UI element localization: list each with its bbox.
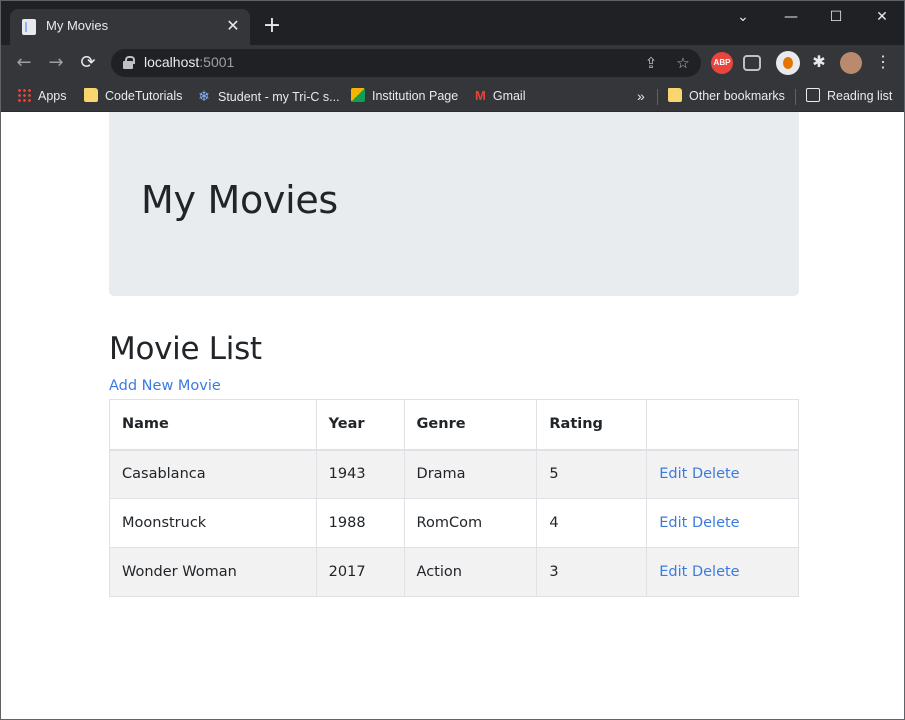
movie-table: Name Year Genre Rating Casablanca 1943 D… [109, 399, 799, 597]
column-header-actions [646, 399, 799, 451]
page-favicon-icon [22, 19, 36, 35]
address-bar[interactable]: localhost:5001 ⇪ ☆ [111, 49, 701, 77]
bookmark-student[interactable]: ❄ Student - my Tri-C s... [197, 86, 339, 106]
profile-extension-icon[interactable] [776, 51, 800, 75]
movie-genre-cell: RomCom [403, 498, 538, 548]
extension-icon[interactable] [743, 55, 761, 71]
browser-toolbar: ← → ⟳ localhost:5001 ⇪ ☆ ABP ✱ ⋮ [1, 45, 904, 81]
forward-button[interactable]: → [41, 48, 71, 78]
section-title: Movie List [109, 331, 262, 367]
back-button[interactable]: ← [9, 48, 39, 78]
delete-link[interactable]: Delete [692, 466, 740, 482]
bookmark-apps[interactable]: Apps [17, 86, 67, 106]
column-header-genre: Genre [403, 399, 538, 451]
reload-button[interactable]: ⟳ [73, 48, 103, 78]
movie-year-cell: 1943 [315, 449, 405, 499]
bookmark-gmail[interactable]: M Gmail [475, 86, 526, 106]
reading-list-button[interactable]: Reading list [806, 86, 892, 106]
movie-rating-cell: 3 [536, 547, 648, 597]
edit-link[interactable]: Edit [659, 564, 687, 580]
folder-icon [84, 88, 98, 102]
column-header-rating: Rating [536, 399, 648, 451]
movie-name-cell: Casablanca [109, 449, 317, 499]
apps-grid-icon [17, 88, 31, 102]
bookmarks-overflow-button[interactable]: » [637, 86, 645, 106]
movie-rating-cell: 5 [536, 449, 648, 499]
movie-genre-cell: Action [403, 547, 538, 597]
jumbotron: My Movies [109, 112, 799, 296]
movie-name-cell: Wonder Woman [109, 547, 317, 597]
tab-my-movies[interactable]: My Movies ✕ [10, 9, 250, 45]
lock-icon[interactable] [123, 56, 135, 69]
browser-menu-icon[interactable]: ⋮ [872, 52, 894, 74]
reading-list-icon [806, 88, 820, 102]
movie-year-cell: 2017 [315, 547, 405, 597]
delete-link[interactable]: Delete [692, 564, 740, 580]
tab-search-icon[interactable]: ⌄ [723, 5, 763, 29]
gmail-icon: M [475, 88, 486, 103]
table-header-row: Name Year Genre Rating [109, 399, 799, 451]
movie-actions-cell: Edit Delete [646, 449, 799, 499]
movie-genre-cell: Drama [403, 449, 538, 499]
table-row: Casablanca 1943 Drama 5 Edit Delete [109, 449, 799, 499]
delete-link[interactable]: Delete [692, 515, 740, 531]
bookmark-codetutorials[interactable]: CodeTutorials [84, 86, 182, 106]
movie-rating-cell: 4 [536, 498, 648, 548]
movie-actions-cell: Edit Delete [646, 498, 799, 548]
table-row: Wonder Woman 2017 Action 3 Edit Delete [109, 547, 799, 597]
adblock-extension-icon[interactable]: ABP [711, 52, 733, 74]
column-header-name: Name [109, 399, 317, 451]
page-viewport: My Movies Movie List Add New Movie Name … [1, 112, 904, 719]
edit-link[interactable]: Edit [659, 515, 687, 531]
tab-title: My Movies [46, 18, 109, 33]
bookmarks-bar: Apps CodeTutorials ❄ Student - my Tri-C s… [1, 81, 904, 112]
extensions-puzzle-icon[interactable]: ✱ [808, 52, 830, 74]
bookmark-other-bookmarks[interactable]: Other bookmarks [668, 86, 785, 106]
tab-strip: My Movies ✕ + ⌄ — ☐ ✕ [1, 1, 904, 45]
close-window-button[interactable]: ✕ [862, 5, 902, 29]
edit-link[interactable]: Edit [659, 466, 687, 482]
movie-actions-cell: Edit Delete [646, 547, 799, 597]
bookmark-separator [657, 89, 658, 105]
url-text[interactable]: localhost:5001 [144, 54, 234, 70]
bookmark-star-icon[interactable]: ☆ [673, 53, 693, 73]
bookmark-institution-page[interactable]: Institution Page [351, 86, 458, 106]
browser-window: My Movies ✕ + ⌄ — ☐ ✕ ← → ⟳ localhost:50… [0, 0, 905, 720]
movie-year-cell: 1988 [315, 498, 405, 548]
share-icon[interactable]: ⇪ [641, 53, 661, 73]
new-tab-button[interactable]: + [259, 13, 285, 39]
maximize-button[interactable]: ☐ [816, 5, 856, 29]
tab-close-icon[interactable]: ✕ [224, 17, 242, 35]
column-header-year: Year [315, 399, 405, 451]
table-row: Moonstruck 1988 RomCom 4 Edit Delete [109, 498, 799, 548]
snowflake-icon: ❄ [198, 88, 210, 104]
folder-icon [668, 88, 682, 102]
page-title: My Movies [141, 178, 338, 222]
avatar[interactable] [840, 52, 862, 74]
movie-name-cell: Moonstruck [109, 498, 317, 548]
add-new-movie-link[interactable]: Add New Movie [109, 378, 221, 394]
institution-icon [351, 88, 365, 102]
minimize-button[interactable]: — [771, 5, 811, 29]
bookmark-separator [795, 89, 796, 105]
